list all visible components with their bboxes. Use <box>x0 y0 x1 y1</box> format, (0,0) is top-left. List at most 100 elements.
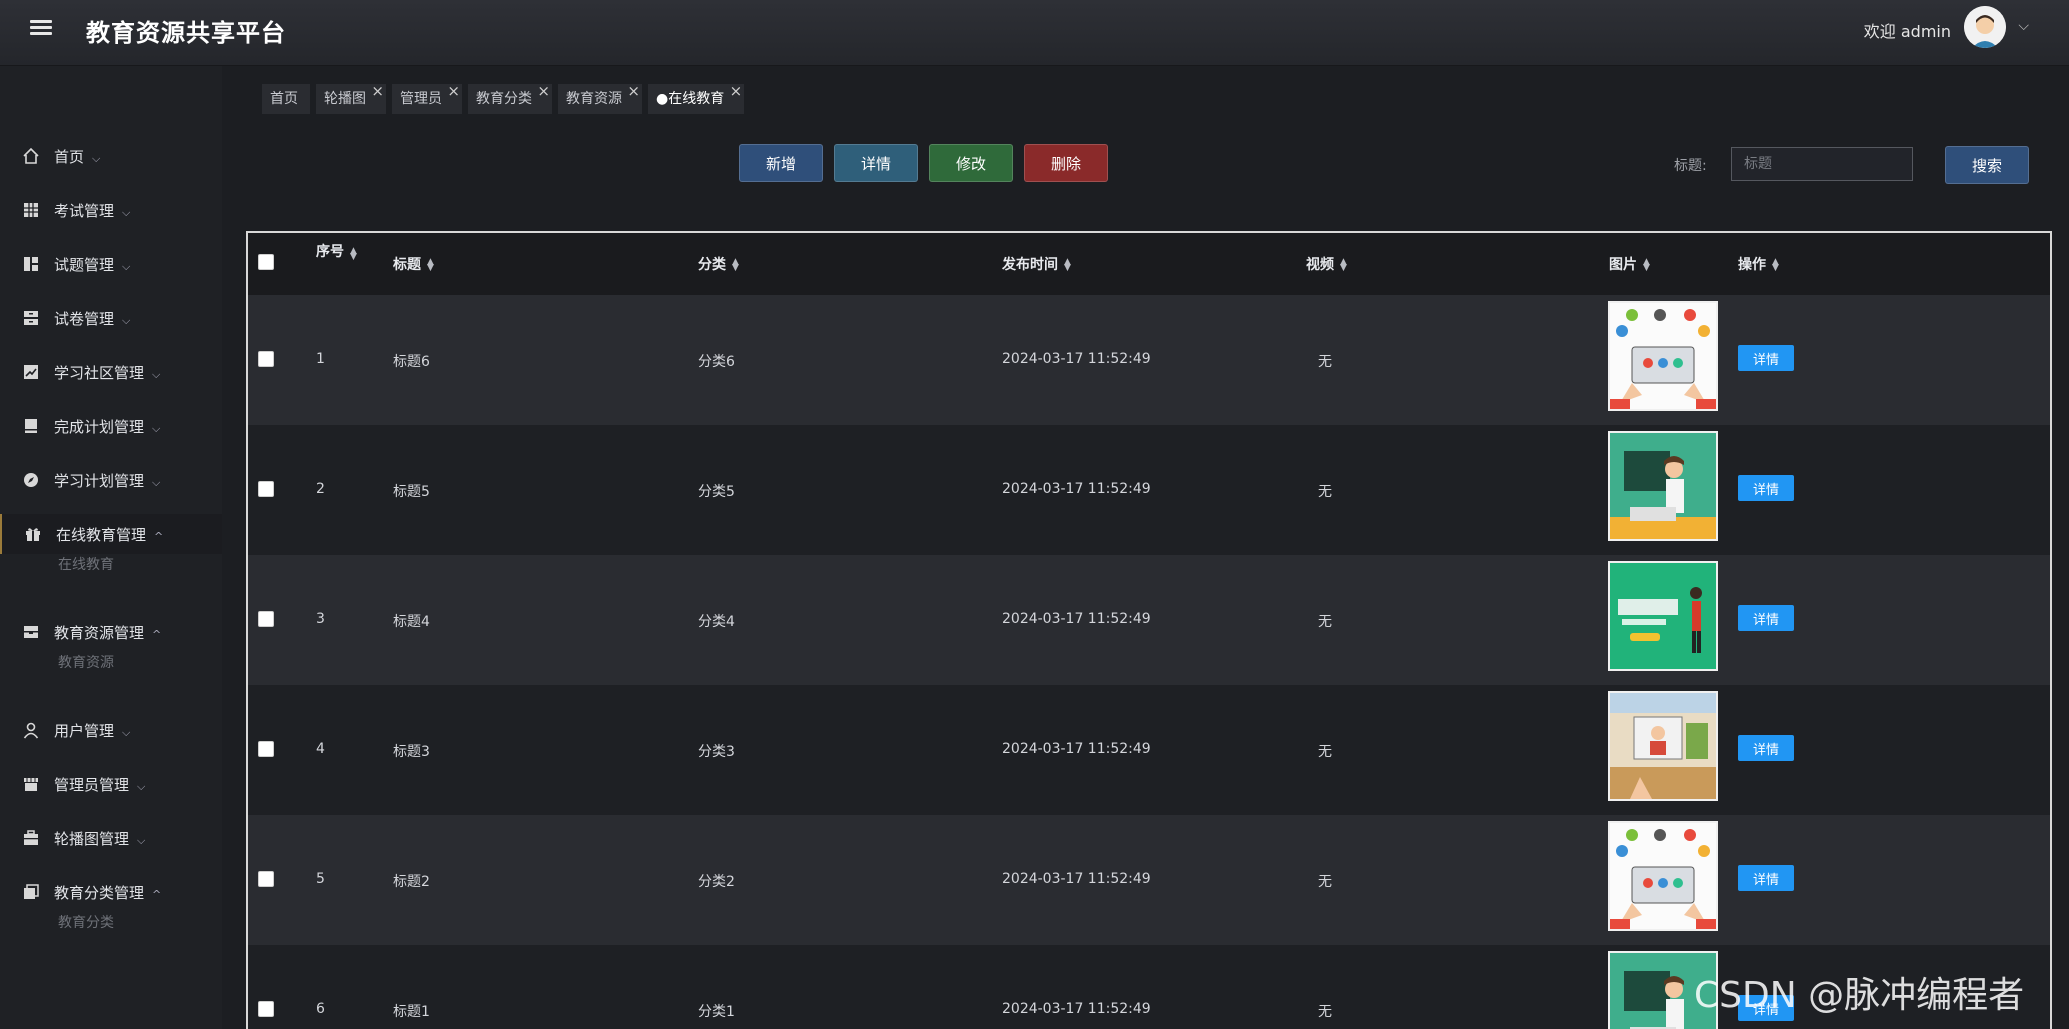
search-button[interactable]: 搜索 <box>1945 146 2029 184</box>
sidebar-item-label: 试题管理 <box>54 255 115 274</box>
tab-home[interactable]: 首页 <box>262 84 310 114</box>
chevron-down-icon[interactable]: ⌵ <box>2018 18 2029 34</box>
sidebar-item-carousel[interactable]: 轮播图管理 ⌵ <box>0 818 222 858</box>
sort-icon[interactable]: ▲ ▼ <box>732 258 739 273</box>
sort-icon[interactable]: ▲ ▼ <box>1064 258 1071 273</box>
sidebar-item-admins[interactable]: 管理员管理 ⌵ <box>0 764 222 804</box>
table-row[interactable]: 5 标题2 分类2 2024-03-17 11:52:49 无 详情 <box>248 815 2050 945</box>
add-button[interactable]: 新增 <box>739 144 823 182</box>
column-header-title[interactable]: 标题 ▲ ▼ <box>393 254 434 274</box>
row-title: 标题3 <box>393 744 430 760</box>
column-header-index[interactable]: 序号 ▲ ▼ <box>316 241 357 262</box>
close-icon[interactable]: × <box>627 76 640 106</box>
chevron-down-icon: ⌵ <box>137 779 146 793</box>
sidebar-item-community[interactable]: 学习社区管理 ⌵ <box>0 352 222 392</box>
table-row[interactable]: 3 标题4 分类4 2024-03-17 11:52:49 无 详情 <box>248 555 2050 685</box>
sidebar-item-label: 用户管理 <box>54 721 115 740</box>
layers-icon <box>22 883 40 901</box>
menu-toggle-icon[interactable] <box>28 17 54 43</box>
row-checkbox[interactable] <box>258 351 274 367</box>
sidebar-item-label: 学习计划管理 <box>54 471 145 490</box>
column-header-category[interactable]: 分类 ▲ ▼ <box>698 254 739 274</box>
close-icon[interactable]: × <box>447 76 460 106</box>
tab-label: 教育分类 <box>476 91 532 107</box>
column-header-label: 发布时间 <box>1002 257 1058 273</box>
row-index: 6 <box>316 1001 325 1017</box>
row-detail-button[interactable]: 详情 <box>1738 865 1794 891</box>
sidebar-subitem-categories[interactable]: 教育分类 <box>58 912 114 932</box>
chevron-down-icon: ⌵ <box>152 475 161 489</box>
row-detail-button[interactable]: 详情 <box>1738 475 1794 501</box>
delete-button[interactable]: 删除 <box>1024 144 1108 182</box>
chevron-down-icon: ⌵ <box>122 313 131 327</box>
inbox-icon <box>22 623 40 641</box>
table-row[interactable]: 2 标题5 分类5 2024-03-17 11:52:49 无 详情 <box>248 425 2050 555</box>
column-header-action[interactable]: 操作 ▲ ▼ <box>1738 254 1779 274</box>
sidebar-item-resources[interactable]: 教育资源管理 ^ <box>0 612 222 652</box>
tab-admins[interactable]: 管理员 × <box>392 82 462 114</box>
sidebar: 首页 ⌵ 考试管理 ⌵ 试题管理 ⌵ 试卷管理 ⌵ 学习社区管理 ⌵ 完成计划管理 ⌵ 学习… <box>0 66 222 1029</box>
tab-carousel[interactable]: 轮播图 × <box>316 82 386 114</box>
row-checkbox[interactable] <box>258 741 274 757</box>
sidebar-item-complete-plan[interactable]: 完成计划管理 ⌵ <box>0 406 222 446</box>
row-index: 4 <box>316 741 325 757</box>
select-all-checkbox[interactable] <box>258 254 274 270</box>
chart-icon <box>22 363 40 381</box>
column-header-video[interactable]: 视频 ▲ ▼ <box>1306 254 1347 274</box>
table-row[interactable]: 1 标题6 分类6 2024-03-17 11:52:49 无 详情 <box>248 295 2050 425</box>
sort-icon[interactable]: ▲ ▼ <box>1340 258 1347 273</box>
row-thumbnail[interactable] <box>1608 431 1718 541</box>
sidebar-item-label: 完成计划管理 <box>54 417 145 436</box>
sort-icon[interactable]: ▲ ▼ <box>350 247 357 262</box>
chevron-down-icon: ⌵ <box>137 833 146 847</box>
sidebar-item-categories[interactable]: 教育分类管理 ^ <box>0 872 222 912</box>
sidebar-item-papers[interactable]: 试卷管理 ⌵ <box>0 298 222 338</box>
row-checkbox[interactable] <box>258 611 274 627</box>
tab-categories[interactable]: 教育分类 × <box>468 82 552 114</box>
sidebar-subitem-resources[interactable]: 教育资源 <box>58 652 114 672</box>
table-row[interactable]: 4 标题3 分类3 2024-03-17 11:52:49 无 详情 <box>248 685 2050 815</box>
sidebar-item-online-education[interactable]: 在线教育管理 ^ <box>0 514 222 554</box>
column-header-time[interactable]: 发布时间 ▲ ▼ <box>1002 254 1071 274</box>
row-detail-button[interactable]: 详情 <box>1738 345 1794 371</box>
row-index: 5 <box>316 871 325 887</box>
archive-icon <box>22 309 40 327</box>
chevron-down-icon: ⌵ <box>152 421 161 435</box>
sidebar-item-exam[interactable]: 考试管理 ⌵ <box>0 190 222 230</box>
row-thumbnail[interactable] <box>1608 691 1718 801</box>
close-icon[interactable]: × <box>371 76 384 106</box>
close-icon[interactable]: × <box>537 76 550 106</box>
chevron-up-icon: ^ <box>154 529 164 543</box>
row-checkbox[interactable] <box>258 871 274 887</box>
close-icon[interactable]: × <box>730 76 743 106</box>
tab-online-education[interactable]: ●在线教育 × <box>648 82 745 114</box>
row-thumbnail[interactable] <box>1608 301 1718 411</box>
avatar[interactable] <box>1964 6 2006 48</box>
sort-icon[interactable]: ▲ ▼ <box>427 258 434 273</box>
row-detail-button[interactable]: 详情 <box>1738 735 1794 761</box>
sidebar-item-study-plan[interactable]: 学习计划管理 ⌵ <box>0 460 222 500</box>
tab-resources[interactable]: 教育资源 × <box>558 82 642 114</box>
detail-button[interactable]: 详情 <box>834 144 918 182</box>
sidebar-item-home[interactable]: 首页 ⌵ <box>0 136 222 176</box>
row-checkbox[interactable] <box>258 1001 274 1017</box>
row-detail-button[interactable]: 详情 <box>1738 605 1794 631</box>
sidebar-subitem-online-education[interactable]: 在线教育 <box>58 554 114 574</box>
column-header-image[interactable]: 图片 ▲ ▼ <box>1609 254 1650 274</box>
sort-icon[interactable]: ▲ ▼ <box>1772 258 1779 273</box>
edit-button[interactable]: 修改 <box>929 144 1013 182</box>
chevron-up-icon: ^ <box>152 887 162 901</box>
tab-bar: 首页 轮播图 × 管理员 × 教育分类 × 教育资源 × ●在线教育 × <box>262 82 745 114</box>
sidebar-item-users[interactable]: 用户管理 ⌵ <box>0 710 222 750</box>
tab-label: 首页 <box>270 91 298 107</box>
row-checkbox[interactable] <box>258 481 274 497</box>
sidebar-item-label: 考试管理 <box>54 201 115 220</box>
sidebar-item-questions[interactable]: 试题管理 ⌵ <box>0 244 222 284</box>
row-thumbnail[interactable] <box>1608 561 1718 671</box>
chevron-down-icon: ⌵ <box>92 151 101 165</box>
row-thumbnail[interactable] <box>1608 821 1718 931</box>
row-video: 无 <box>1318 1004 1332 1020</box>
sort-icon[interactable]: ▲ ▼ <box>1643 258 1650 273</box>
row-category: 分类4 <box>698 614 735 630</box>
search-input[interactable] <box>1731 147 1913 181</box>
